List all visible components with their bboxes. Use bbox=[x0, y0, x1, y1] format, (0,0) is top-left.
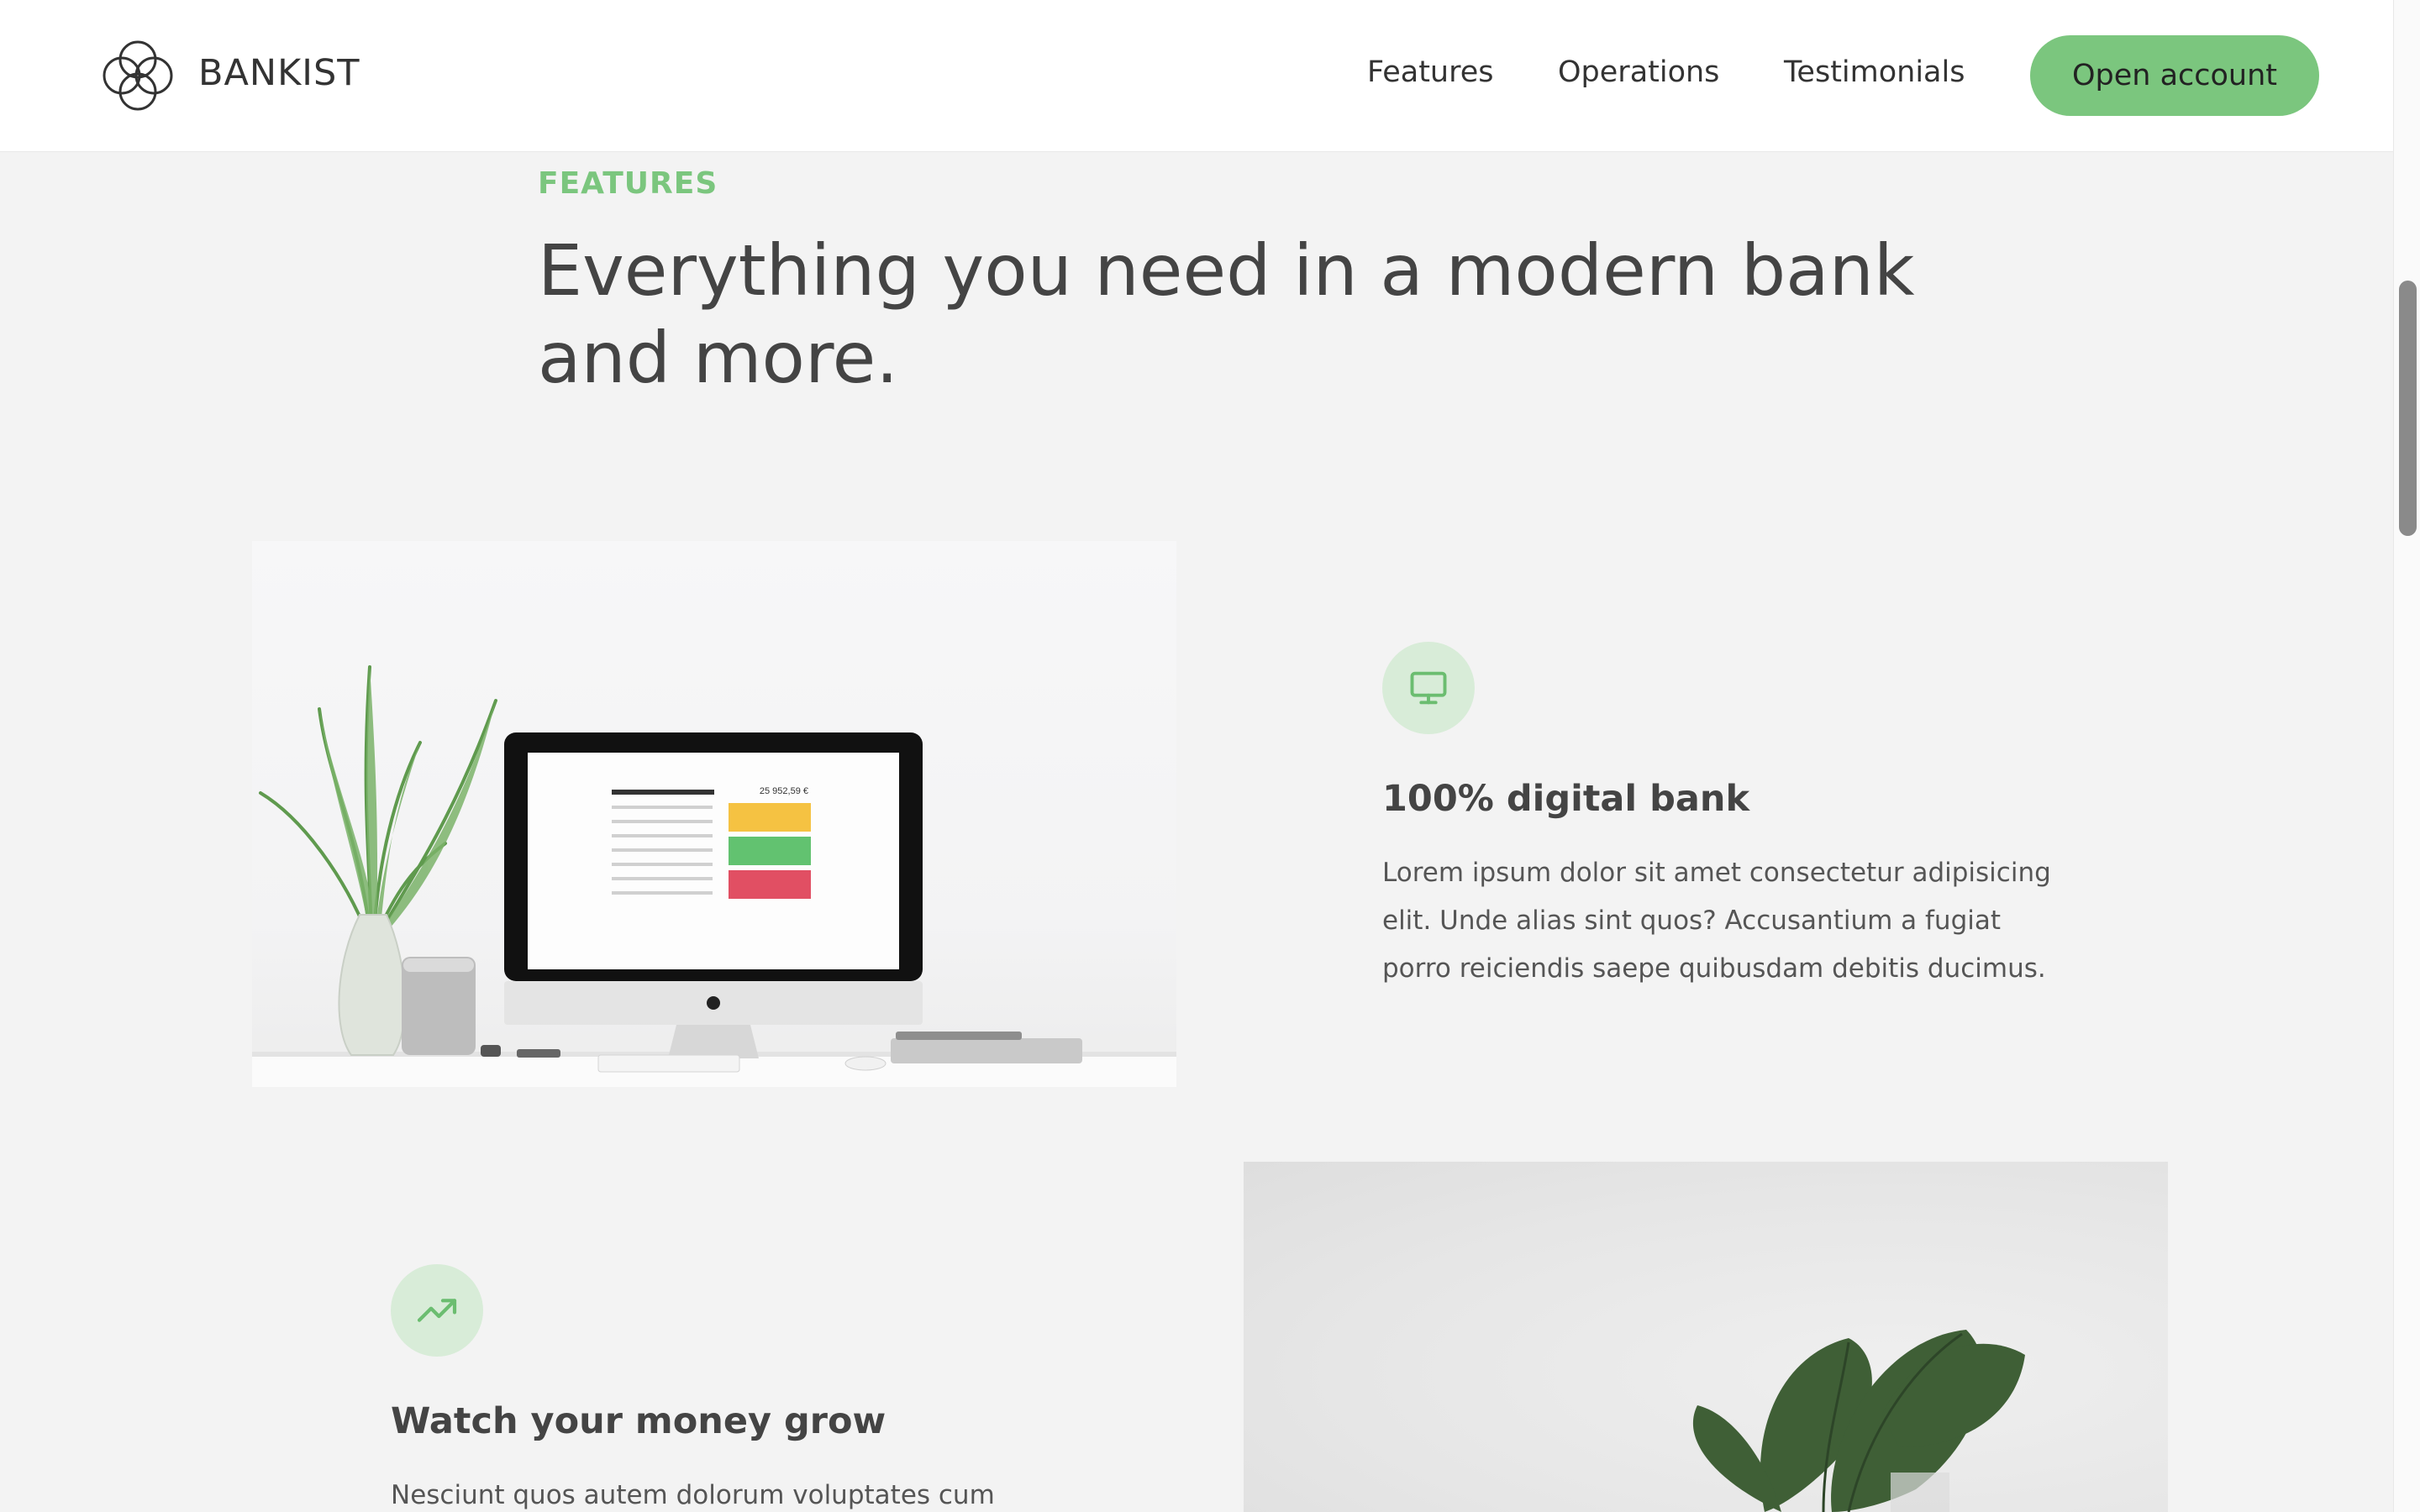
scrollbar-track[interactable] bbox=[2393, 0, 2420, 1512]
top-navigation: BANKIST Features Operations Testimonials… bbox=[0, 0, 2393, 151]
section-title: Everything you need in a modern bank and… bbox=[538, 229, 1915, 399]
feature-image-digital-bank: 25 952,59 € bbox=[252, 541, 1176, 1087]
bankist-logo-icon[interactable] bbox=[99, 37, 176, 114]
feature-text-money-grow: Nesciunt quos autem dolorum voluptates c… bbox=[391, 1480, 995, 1510]
feature-title-digital-bank: 100% digital bank bbox=[1382, 778, 1750, 820]
nav-link-operations[interactable]: Operations bbox=[1558, 55, 1719, 89]
feature-text-digital-bank: Lorem ipsum dolor sit amet consectetur a… bbox=[1382, 858, 2051, 984]
monitor-icon bbox=[1410, 671, 1447, 705]
scrollbar-thumb[interactable] bbox=[2399, 281, 2417, 536]
brand-name[interactable]: BANKIST bbox=[198, 52, 360, 94]
section-label: FEATURES bbox=[538, 166, 718, 201]
nav-link-testimonials[interactable]: Testimonials bbox=[1784, 55, 1965, 89]
money-grow-icon-circle bbox=[391, 1264, 483, 1357]
feature-title-money-grow: Watch your money grow bbox=[391, 1400, 886, 1442]
feature-image-money-grow bbox=[1244, 1162, 2168, 1512]
trending-up-icon bbox=[417, 1299, 457, 1322]
nav-link-features[interactable]: Features bbox=[1367, 55, 1494, 89]
digital-bank-icon-circle bbox=[1382, 642, 1475, 734]
open-account-button[interactable]: Open account bbox=[2030, 35, 2319, 116]
screen-balance: 25 952,59 € bbox=[760, 786, 808, 796]
